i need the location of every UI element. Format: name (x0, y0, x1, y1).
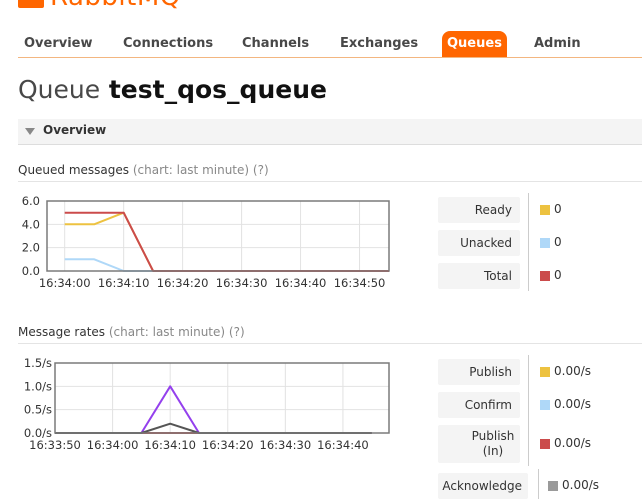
y-tick-label: 0.0 (22, 264, 40, 278)
legend-label: Total (438, 263, 520, 289)
legend-row-publish-in: Publish (In) 0.00/s (438, 425, 638, 463)
legend-value: 0.00/s (562, 478, 600, 492)
x-tick-label: 16:34:10 (98, 276, 150, 290)
x-tick-label: 16:33:50 (29, 438, 81, 452)
legend-swatch (540, 271, 550, 281)
legend-row-confirm: Confirm 0.00/s (438, 392, 638, 418)
x-tick-label: 16:34:50 (334, 276, 386, 290)
legend-swatch (540, 238, 550, 248)
legend-swatch (548, 481, 558, 491)
y-tick-label: 4.0 (22, 217, 40, 231)
x-tick-label: 16:34:20 (157, 276, 209, 290)
legend-value: 0.00/s (554, 364, 592, 378)
x-tick-label: 16:34:20 (202, 438, 254, 452)
legend-value: 0 (554, 268, 562, 282)
series-line (64, 211, 389, 272)
legend-swatch (540, 367, 550, 377)
legend-row-acknowledge: Acknowledge 0.00/s (438, 469, 638, 499)
y-tick-label: 1.5/s (24, 356, 52, 370)
legend-label: Ready (438, 197, 520, 223)
series-line (64, 211, 389, 272)
series-line (55, 422, 372, 434)
legend-swatch (540, 400, 550, 410)
legend-value: 0 (554, 202, 562, 216)
legend-label: Publish (In) (438, 425, 520, 463)
y-tick-label: 2.0 (22, 241, 40, 255)
x-tick-label: 16:34:10 (144, 438, 196, 452)
legend-label: Unacked (438, 230, 520, 256)
legend-label: Acknowledge (438, 473, 528, 499)
legend-row-publish: Publish 0.00/s (438, 359, 638, 385)
series-line (64, 258, 389, 272)
legend-label: Confirm (438, 392, 520, 418)
x-tick-label: 16:34:00 (39, 276, 91, 290)
x-tick-label: 16:34:40 (275, 276, 327, 290)
y-tick-label: 1.0/s (24, 379, 52, 393)
legend-separator (528, 355, 529, 466)
x-tick-label: 16:34:30 (216, 276, 268, 290)
y-tick-label: 6.0 (22, 194, 40, 208)
x-tick-label: 16:34:40 (317, 438, 369, 452)
legend-swatch (540, 205, 550, 215)
legend-value: 0 (554, 235, 562, 249)
legend-separator (538, 469, 539, 499)
x-tick-label: 16:34:00 (87, 438, 139, 452)
plot-frame (54, 362, 390, 434)
legend-separator (528, 193, 529, 291)
legend-row-unacked: Unacked 0 (438, 230, 638, 256)
y-tick-label: 0.5/s (24, 403, 52, 417)
legend-row-total: Total 0 (438, 263, 638, 289)
legend-value: 0.00/s (554, 397, 592, 411)
legend-label: Publish (438, 359, 520, 385)
legend-value: 0.00/s (554, 436, 592, 450)
x-tick-label: 16:34:30 (260, 438, 312, 452)
legend-swatch (540, 439, 550, 449)
legend-row-ready: Ready 0 (438, 197, 638, 223)
